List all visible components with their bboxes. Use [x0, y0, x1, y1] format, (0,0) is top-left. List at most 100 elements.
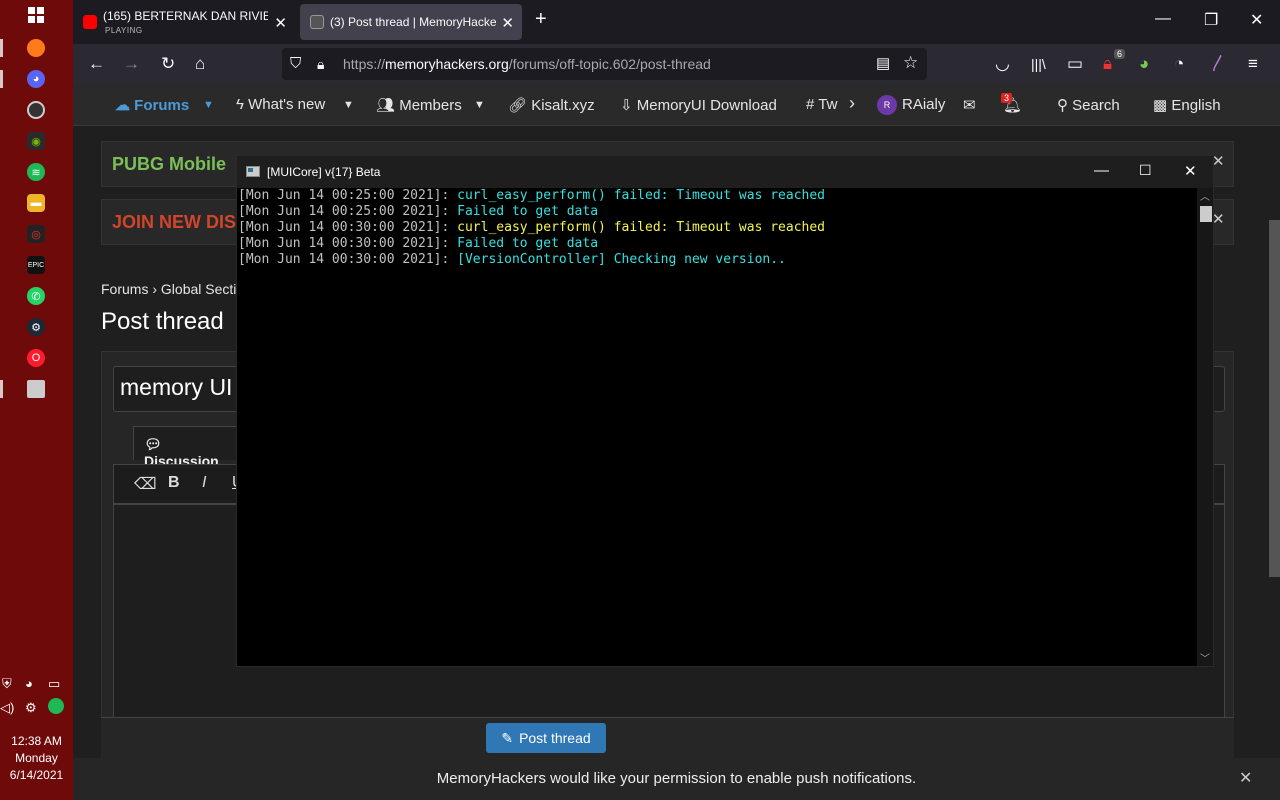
- nav-kisalt[interactable]: 🔗︎ Kisalt.xyz: [508, 96, 595, 114]
- console-line: [Mon Jun 14 00:30:00 2021]: curl_easy_pe…: [238, 220, 1196, 236]
- console-title-bar[interactable]: [MUICore] v{17} Beta — ☐ ✕: [237, 156, 1213, 188]
- nav-scroll-right-icon[interactable]: ›: [849, 93, 855, 114]
- console-timestamp: [Mon Jun 14 00:30:00 2021]:: [238, 252, 458, 267]
- color-extension-icon[interactable]: ◕: [1139, 54, 1149, 74]
- page-title: Post thread: [101, 308, 224, 335]
- push-notice-text: MemoryHackers would like your permission…: [436, 770, 917, 787]
- feather-extension-icon[interactable]: 〳: [1210, 54, 1227, 74]
- spotify-icon[interactable]: ≋: [27, 163, 45, 181]
- user-avatar[interactable]: R: [877, 95, 897, 115]
- opera-icon[interactable]: O: [27, 349, 45, 367]
- home-icon[interactable]: ⌂: [195, 54, 205, 74]
- nav-whats-new[interactable]: ϟ What's new: [236, 96, 325, 113]
- notice-pubg-text[interactable]: PUBG Mobile: [112, 154, 226, 174]
- back-icon[interactable]: ←: [88, 54, 105, 74]
- security-icon[interactable]: ⛨: [2, 676, 12, 692]
- scroll-down-icon[interactable]: ﹀: [1200, 650, 1210, 665]
- network-icon[interactable]: ▭: [48, 676, 60, 692]
- console-timestamp: [Mon Jun 14 00:25:00 2021]:: [238, 204, 458, 219]
- console-line: [Mon Jun 14 00:30:00 2021]: [VersionCont…: [238, 252, 1196, 268]
- console-timestamp: [Mon Jun 14 00:30:00 2021]:: [238, 236, 458, 251]
- new-tab-icon[interactable]: +: [535, 8, 547, 31]
- tab-audio-status: PLAYING: [105, 26, 143, 35]
- close-icon[interactable]: ✕: [1184, 162, 1197, 180]
- menu-icon[interactable]: ≡: [1248, 54, 1258, 74]
- console-scrollbar[interactable]: ︿ ﹀: [1197, 188, 1213, 666]
- minimize-icon[interactable]: —: [1155, 10, 1171, 28]
- lock-icon[interactable]: 🔒︎: [317, 54, 324, 74]
- bookmark-star-icon[interactable]: ☆: [903, 53, 918, 73]
- clock[interactable]: 12:38 AM Monday 6/14/2021: [0, 733, 73, 784]
- app-icon[interactable]: ◎: [27, 225, 45, 243]
- nav-bar: ← → ↻ ⌂ ⛉ 🔒︎ https://memoryhackers.org/f…: [73, 44, 1280, 84]
- post-thread-button[interactable]: ✎ Post thread: [486, 723, 606, 753]
- bold-button[interactable]: B: [168, 474, 180, 492]
- minimize-icon[interactable]: —: [1094, 162, 1109, 179]
- nvidia-icon[interactable]: ◉: [27, 132, 45, 150]
- nav-memoryui-download[interactable]: ⇩ MemoryUI Download: [620, 96, 777, 114]
- firefox-icon[interactable]: [27, 39, 45, 57]
- console-timestamp: [Mon Jun 14 00:25:00 2021]:: [238, 188, 458, 203]
- close-tab-icon[interactable]: ✕: [501, 14, 514, 32]
- youtube-icon: [83, 15, 97, 29]
- obs-icon[interactable]: [27, 101, 45, 119]
- tab-discussion[interactable]: 💬︎ Discussion: [133, 426, 243, 469]
- close-window-icon[interactable]: ✕: [1250, 10, 1263, 30]
- tab-title: (3) Post thread | MemoryHackers: [330, 15, 496, 29]
- discord-icon[interactable]: ◕: [27, 70, 45, 88]
- start-icon[interactable]: [28, 7, 44, 23]
- inbox-icon[interactable]: ✉: [963, 96, 976, 114]
- nav-forums[interactable]: ☁︎ Forums: [115, 96, 189, 114]
- reload-icon[interactable]: ↻: [161, 54, 175, 74]
- clock-date: 6/14/2021: [9, 768, 64, 782]
- library-icon[interactable]: |||\: [1031, 54, 1046, 74]
- nav-whats-new-dropdown-icon[interactable]: ▼: [343, 99, 354, 111]
- nav-username[interactable]: RAialy: [902, 96, 945, 113]
- restore-icon[interactable]: ❐: [1204, 10, 1218, 30]
- url-bar[interactable]: ⛉ 🔒︎ https://memoryhackers.org/forums/of…: [282, 48, 927, 80]
- nav-tw[interactable]: # Tw: [806, 96, 841, 113]
- tray-icons: ⛨ ◕ ▭ ◁) ⚙: [0, 676, 73, 720]
- console-window: [MUICore] v{17} Beta — ☐ ✕ [Mon Jun 14 0…: [236, 155, 1214, 667]
- nav-members-dropdown-icon[interactable]: ▼: [474, 99, 485, 111]
- maximize-icon[interactable]: ☐: [1139, 162, 1152, 179]
- nav-forums-dropdown-icon[interactable]: ▼: [203, 99, 214, 111]
- whatsapp-icon[interactable]: ✆: [27, 287, 45, 305]
- url-text: https://memoryhackers.org/forums/off-top…: [343, 56, 711, 72]
- console-line: [Mon Jun 14 00:25:00 2021]: Failed to ge…: [238, 204, 1196, 220]
- reader-view-icon[interactable]: ▤: [876, 54, 890, 74]
- volume-icon[interactable]: ◁): [0, 700, 14, 716]
- steam-tray-icon[interactable]: ⚙: [25, 700, 37, 716]
- eraser-icon[interactable]: ⌫: [134, 474, 157, 494]
- console-app-icon: [246, 166, 260, 177]
- italic-button[interactable]: I: [202, 474, 206, 492]
- tab-youtube[interactable]: (165) BERTERNAK DAN RIVIEW N PLAYING ✕: [73, 4, 295, 40]
- notice-discord-text[interactable]: JOIN NEW DIS: [112, 212, 236, 232]
- nav-language[interactable]: ▩ English: [1153, 96, 1221, 114]
- page-scroll-thumb[interactable]: [1269, 220, 1280, 577]
- nav-members[interactable]: 👥︎ Members: [376, 96, 462, 114]
- tab-bar: (165) BERTERNAK DAN RIVIEW N PLAYING ✕ (…: [73, 0, 1280, 44]
- spotify-tray-icon[interactable]: [48, 698, 64, 714]
- extension-lock-icon[interactable]: 🔒︎: [1103, 54, 1112, 74]
- sidebar-icon[interactable]: ▭: [1067, 54, 1083, 74]
- sync-extension-icon[interactable]: ◔: [1174, 54, 1184, 74]
- shield-icon[interactable]: ⛉: [290, 54, 301, 74]
- file-explorer-icon[interactable]: ▬: [27, 194, 45, 212]
- console-app-icon[interactable]: [27, 380, 45, 398]
- nav-search[interactable]: ⚲ Search: [1057, 96, 1120, 114]
- close-banner-icon[interactable]: ✕: [1239, 768, 1252, 788]
- breadcrumb-forums[interactable]: Forums: [101, 281, 148, 297]
- alerts-badge: 3: [1001, 93, 1013, 103]
- tab-post-thread[interactable]: (3) Post thread | MemoryHackers ✕: [300, 4, 522, 40]
- epic-games-icon[interactable]: EPIC: [27, 256, 45, 274]
- scroll-up-icon[interactable]: ︿: [1200, 188, 1210, 203]
- discord-tray-icon[interactable]: ◕: [25, 676, 33, 691]
- pocket-icon[interactable]: ◡: [995, 54, 1010, 74]
- console-message: [VersionController] Checking new version…: [457, 252, 786, 267]
- steam-icon[interactable]: ⚙: [27, 318, 45, 336]
- breadcrumb-global[interactable]: Global Secti: [161, 281, 236, 297]
- close-tab-icon[interactable]: ✕: [274, 14, 287, 32]
- forward-icon[interactable]: →: [123, 54, 140, 74]
- console-scroll-thumb[interactable]: [1200, 206, 1212, 222]
